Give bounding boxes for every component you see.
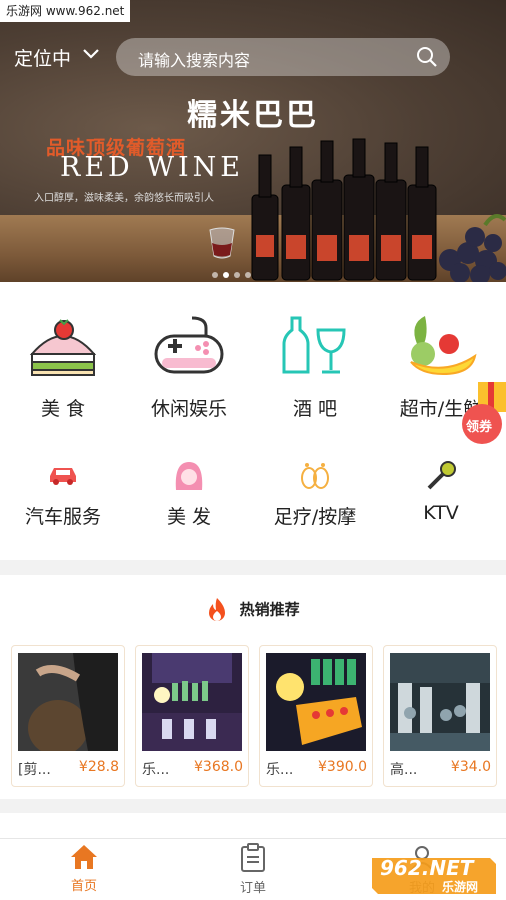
search-icon[interactable] xyxy=(416,46,438,68)
gamepad-icon xyxy=(154,316,224,374)
hot-title-text: 热销推荐 xyxy=(239,600,300,619)
product-image xyxy=(142,653,242,751)
product-name: 高... xyxy=(390,762,418,778)
fire-icon xyxy=(209,598,226,621)
product-image xyxy=(266,653,366,751)
tab-home[interactable]: 首页 xyxy=(24,843,144,894)
home-icon xyxy=(71,845,97,869)
product-image xyxy=(390,653,490,751)
product-name: 乐... xyxy=(142,762,170,778)
product-image xyxy=(18,653,118,751)
product-price: ¥28.8 xyxy=(78,759,119,775)
product-price: ¥34.0 xyxy=(450,759,491,775)
wine-bottle-icon xyxy=(282,316,346,374)
category-leisure[interactable]: 休闲娱乐 xyxy=(126,314,252,421)
site-watermark: 乐游网 www.962.net xyxy=(0,0,131,22)
category-label: 休闲娱乐 xyxy=(150,398,227,420)
tab-label: 首页 xyxy=(70,879,97,894)
product-card[interactable]: 乐... ¥390.0 xyxy=(259,645,373,787)
category-label: 酒 吧 xyxy=(292,398,338,420)
category-label: KTV xyxy=(423,502,459,524)
product-name: [剪... xyxy=(18,762,51,778)
site-logo-text: 962.NET xyxy=(380,856,474,880)
category-ktv[interactable]: KTV xyxy=(378,460,504,524)
foot-icon xyxy=(301,463,329,489)
category-foot[interactable]: 足疗/按摩 xyxy=(252,460,378,529)
category-label: 汽车服务 xyxy=(24,506,101,528)
coupon-float-button[interactable]: 领券 xyxy=(458,378,506,444)
banner-carousel[interactable]: 定位中 请输入搜索内容 糯米巴巴 品味顶级葡萄酒 RED WINE 入口醇厚，滋… xyxy=(0,0,506,282)
wine-bottles-image xyxy=(209,138,506,282)
category-hair[interactable]: 美 发 xyxy=(126,460,252,529)
product-price: ¥390.0 xyxy=(318,759,367,775)
tab-label: 订单 xyxy=(239,881,266,896)
microphone-icon xyxy=(427,461,456,490)
tab-orders[interactable]: 订单 xyxy=(193,843,313,896)
site-logo-watermark: 962.NET 乐游网 xyxy=(368,852,500,898)
product-card[interactable]: [剪... ¥28.8 xyxy=(11,645,125,787)
category-car[interactable]: 汽车服务 xyxy=(0,460,126,529)
category-label: 美 发 xyxy=(166,506,212,528)
hot-title: 热销推荐 xyxy=(0,597,506,623)
search-bar[interactable]: 请输入搜索内容 xyxy=(116,38,450,76)
chevron-down-icon[interactable] xyxy=(82,48,100,60)
hot-recommend-section: 热销推荐 [剪... ¥28.8 乐... ¥368.0 乐... ¥390.0… xyxy=(0,575,506,799)
product-card[interactable]: 高... ¥34.0 xyxy=(383,645,497,787)
banner-tagline: 入口醇厚，滋味柔美，余韵悠长而吸引人 xyxy=(34,193,214,204)
product-name: 乐... xyxy=(266,762,294,778)
search-input[interactable]: 请输入搜索内容 xyxy=(138,47,250,71)
category-grid: 美 食 休闲娱乐 酒 吧 超市/生鲜 汽车服务 美 发 足疗/按摩 KTV xyxy=(0,282,506,560)
carousel-indicator xyxy=(212,263,256,282)
location-label[interactable]: 定位中 xyxy=(14,44,71,71)
banner-wine-title: RED WINE xyxy=(60,152,245,183)
carousel-dot[interactable] xyxy=(245,272,251,278)
app-screen: 定位中 请输入搜索内容 糯米巴巴 品味顶级葡萄酒 RED WINE 入口醇厚，滋… xyxy=(0,0,506,900)
category-food[interactable]: 美 食 xyxy=(0,314,126,421)
carousel-dot[interactable] xyxy=(212,272,218,278)
car-icon xyxy=(50,468,76,485)
clipboard-icon xyxy=(241,843,265,872)
cake-icon xyxy=(29,319,97,376)
category-label: 足疗/按摩 xyxy=(273,506,357,528)
carousel-dot[interactable] xyxy=(223,272,229,278)
product-card[interactable]: 乐... ¥368.0 xyxy=(135,645,249,787)
hair-icon xyxy=(175,462,203,490)
category-label: 美 食 xyxy=(40,398,86,420)
site-logo-subtext: 乐游网 xyxy=(442,880,479,894)
product-price: ¥368.0 xyxy=(194,759,243,775)
coupon-label: 领券 xyxy=(466,420,493,435)
brand-title: 糯米巴巴 xyxy=(187,98,319,133)
category-bar[interactable]: 酒 吧 xyxy=(252,314,378,421)
fruit-icon xyxy=(410,316,477,376)
carousel-dot[interactable] xyxy=(234,272,240,278)
